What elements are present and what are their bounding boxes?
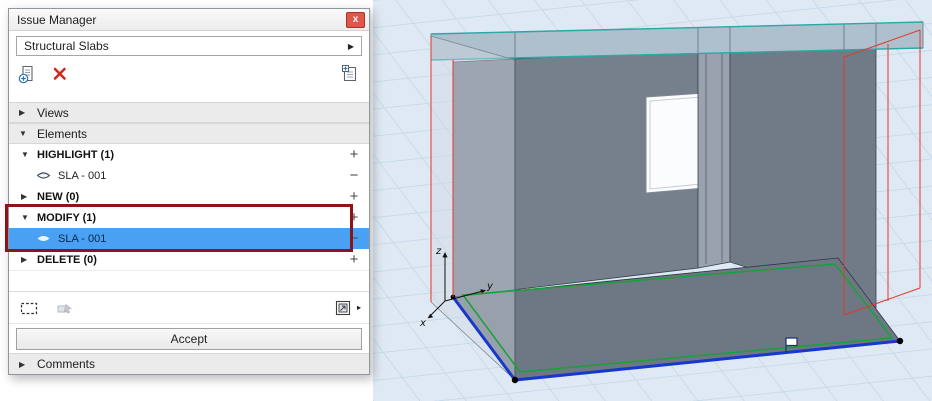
group-row-new[interactable]: ▶ NEW (0) + bbox=[9, 186, 369, 207]
organizer-icon bbox=[332, 297, 354, 319]
section-views-label: Views bbox=[37, 106, 69, 120]
group-label: HIGHLIGHT (1) bbox=[37, 149, 333, 161]
model bbox=[431, 22, 923, 383]
element-label: SLA - 001 bbox=[58, 170, 332, 182]
add-elements-button[interactable]: + bbox=[339, 207, 369, 228]
group-row-modify[interactable]: ▼ MODIFY (1) + bbox=[9, 207, 369, 228]
accept-row: Accept bbox=[9, 323, 369, 353]
axis-label-x: x bbox=[419, 318, 426, 329]
delete-issue-icon bbox=[49, 63, 71, 85]
section-elements-label: Elements bbox=[37, 127, 87, 141]
section-comments[interactable]: ▶ Comments bbox=[9, 353, 369, 374]
3d-scene[interactable]: z y x bbox=[373, 0, 932, 401]
3d-viewport[interactable]: z y x bbox=[373, 0, 932, 401]
group-label: DELETE (0) bbox=[37, 254, 333, 266]
add-elements-button[interactable]: + bbox=[339, 186, 369, 207]
new-issue-icon bbox=[17, 63, 39, 85]
add-elements-button[interactable]: + bbox=[339, 144, 369, 165]
chevron-right-icon: ▶ bbox=[19, 108, 28, 117]
marquee-selection-button[interactable] bbox=[17, 296, 41, 320]
remove-element-button[interactable]: − bbox=[339, 165, 369, 186]
axis-label-y: y bbox=[486, 281, 494, 292]
chevron-down-icon[interactable]: ▼ bbox=[21, 213, 31, 222]
group-row-delete[interactable]: ▶ DELETE (0) + bbox=[9, 249, 369, 270]
window-opening[interactable] bbox=[646, 93, 705, 193]
delete-issue-button[interactable] bbox=[48, 62, 72, 86]
issue-toolbar bbox=[9, 59, 369, 89]
element-row-sla-001-highlight[interactable]: SLA - 001 − bbox=[9, 165, 369, 186]
window-title: Issue Manager bbox=[17, 13, 346, 27]
flyout-arrow-icon[interactable]: ▸ bbox=[357, 303, 361, 312]
chevron-down-icon[interactable]: ▼ bbox=[21, 150, 31, 159]
chevron-right-icon[interactable]: ▶ bbox=[21, 255, 31, 264]
near-left-wall-ghost[interactable] bbox=[431, 36, 515, 380]
chevron-right-icon: ▶ bbox=[348, 42, 354, 51]
issue-details-icon bbox=[339, 63, 361, 85]
element-label: SLA - 001 bbox=[58, 233, 332, 245]
group-label: MODIFY (1) bbox=[37, 212, 333, 224]
chevron-right-icon[interactable]: ▶ bbox=[21, 192, 31, 201]
close-button[interactable]: x bbox=[346, 12, 365, 28]
issue-selector[interactable]: Structural Slabs ▶ bbox=[16, 36, 362, 56]
slab-corner-node[interactable] bbox=[897, 338, 903, 344]
add-selection-button-disabled[interactable] bbox=[53, 296, 77, 320]
section-views[interactable]: ▶ Views bbox=[9, 102, 369, 123]
selection-toolbar: ▸ bbox=[9, 291, 369, 323]
element-row-sla-001-modify[interactable]: SLA - 001 − bbox=[9, 228, 369, 249]
section-comments-label: Comments bbox=[37, 357, 95, 371]
issue-manager-window: Issue Manager x Structural Slabs ▶ bbox=[8, 8, 370, 375]
group-row-highlight[interactable]: ▼ HIGHLIGHT (1) + bbox=[9, 144, 369, 165]
remove-element-button[interactable]: − bbox=[339, 228, 369, 249]
show-in-organizer-button[interactable] bbox=[331, 296, 355, 320]
toolbar-gap bbox=[9, 89, 369, 102]
elements-list: ▼ HIGHLIGHT (1) + SLA - 001 − ▶ NEW (0) … bbox=[9, 144, 369, 271]
issue-selector-value: Structural Slabs bbox=[24, 39, 348, 53]
group-label: NEW (0) bbox=[37, 191, 333, 203]
panel-spacer bbox=[9, 271, 369, 291]
wall-column[interactable] bbox=[698, 48, 730, 268]
slab-element-icon bbox=[36, 170, 51, 181]
accept-button[interactable]: Accept bbox=[16, 328, 362, 350]
chevron-down-icon: ▼ bbox=[19, 129, 28, 138]
slab-corner-node[interactable] bbox=[512, 377, 518, 383]
section-elements[interactable]: ▼ Elements bbox=[9, 123, 369, 144]
chevron-right-icon: ▶ bbox=[19, 360, 28, 369]
titlebar[interactable]: Issue Manager x bbox=[9, 9, 369, 31]
issue-details-button[interactable] bbox=[338, 62, 362, 86]
add-elements-button[interactable]: + bbox=[339, 249, 369, 270]
organizer-group: ▸ bbox=[331, 296, 361, 320]
axis-label-z: z bbox=[435, 246, 442, 257]
marquee-icon bbox=[18, 297, 40, 319]
slab-element-icon bbox=[36, 233, 51, 244]
add-selection-icon bbox=[54, 297, 76, 319]
new-issue-button[interactable] bbox=[16, 62, 40, 86]
